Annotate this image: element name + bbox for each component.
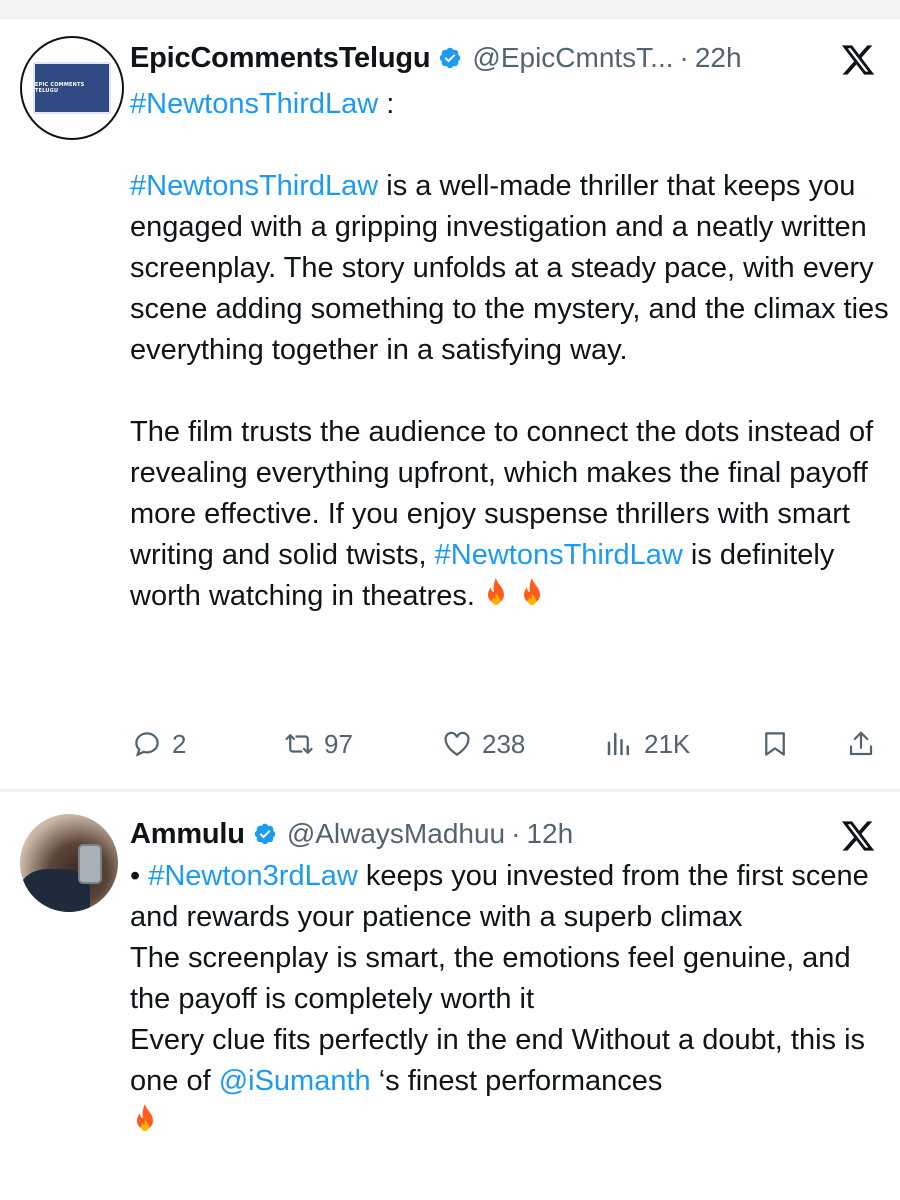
tweet-header: Ammulu @AlwaysMadhuu · 12h [130,814,573,854]
repost-button[interactable]: 97 [284,722,353,766]
share-button[interactable] [846,722,876,766]
views-count: 21K [644,728,691,759]
verified-badge-icon [254,823,276,845]
text-span: : [378,88,395,120]
top-divider [0,0,900,19]
display-name[interactable]: Ammulu [130,818,245,851]
reply-button[interactable]: 2 [132,722,186,766]
avatar-photo-phone [78,844,102,884]
tweet-paragraph: • #Newton3rdLaw keeps you invested from … [130,856,890,938]
avatar-logo-text: EPIC COMMENTS TELUGU [35,82,85,94]
reply-count: 2 [172,728,187,759]
tweet-paragraph: The screenplay is smart, the emotions fe… [130,942,851,1015]
reply-icon [135,732,159,757]
fire-emoji-icon [523,578,540,605]
fire-emoji-icon [137,1104,153,1131]
tweet-header: EpicCommentsTelugu @EpicCmntsT... · 22h [130,38,742,78]
hashtag-link[interactable]: #Newton3rdLaw [148,860,358,892]
handle[interactable]: @EpicCmntsT... [472,42,673,74]
like-icon [444,731,470,756]
handle[interactable]: @AlwaysMadhuu [287,818,505,850]
tweet[interactable]: Ammulu @AlwaysMadhuu · 12h • #Newton3rdL… [0,792,900,1200]
avatar-logo: EPIC COMMENTS TELUGU [33,62,111,114]
bookmark-icon [765,732,785,756]
bookmark-button[interactable] [760,722,790,766]
separator-dot: · [679,42,689,73]
timestamp[interactable]: 12h [526,818,573,850]
tweet-paragraph: The film trusts the audience to connect … [130,412,890,617]
verified-badge-icon [440,47,461,69]
tweet[interactable]: EPIC COMMENTS TELUGU EpicCommentsTelugu … [0,20,900,790]
bullet: • [130,860,149,892]
x-logo-icon[interactable] [840,42,876,78]
hashtag-link[interactable]: #NewtonsThirdLaw [130,170,378,202]
views-button[interactable]: 21K [604,722,690,766]
mention-link[interactable]: @iSumanth [219,1065,371,1097]
x-logo-icon[interactable] [840,818,876,854]
fire-emoji-icon [487,578,504,605]
avatar[interactable]: EPIC COMMENTS TELUGU [20,36,124,140]
display-name[interactable]: EpicCommentsTelugu [130,42,431,75]
tweet-paragraph [130,1102,890,1143]
tweet-paragraph: Every clue fits perfectly in the end Wit… [130,1020,890,1102]
like-count: 238 [482,728,526,759]
hashtag-link[interactable]: #NewtonsThirdLaw [130,88,378,120]
separator-dot: · [511,818,521,849]
tweet-text: #NewtonsThirdLaw : #NewtonsThirdLaw is a… [130,84,890,617]
hashtag-link[interactable]: #NewtonsThirdLaw [435,539,683,571]
repost-icon [285,734,313,754]
tweet-text: • #Newton3rdLaw keeps you invested from … [130,856,890,1143]
like-button[interactable]: 238 [442,722,525,766]
tweet-paragraph: #NewtonsThirdLaw is a well-made thriller… [130,166,890,371]
text-span: ‘s finest performances [370,1065,663,1097]
views-icon [607,732,629,756]
repost-count: 97 [324,728,353,759]
share-icon [849,731,873,756]
action-bar: 2 97 238 21K [130,722,890,766]
tweet-paragraph: #NewtonsThirdLaw : [130,84,890,125]
timestamp[interactable]: 22h [695,42,742,74]
avatar[interactable] [20,814,118,912]
